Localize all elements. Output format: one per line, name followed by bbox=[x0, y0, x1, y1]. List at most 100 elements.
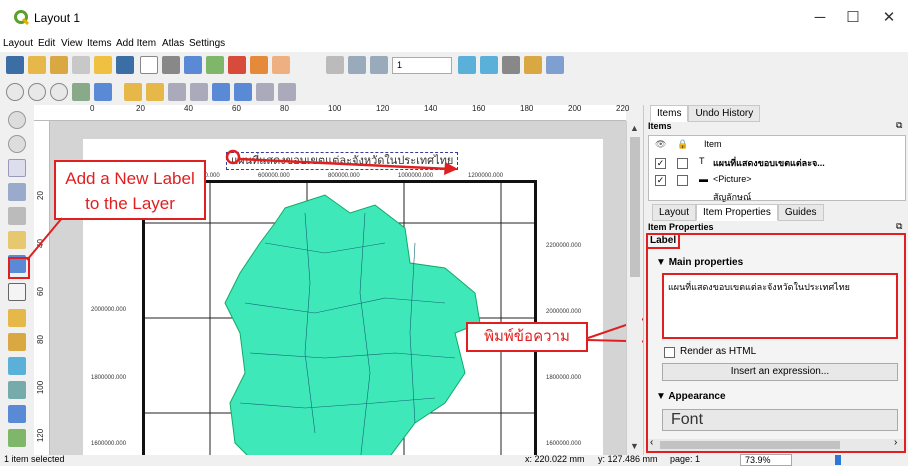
panel-hscrollbar[interactable]: ‹ › bbox=[648, 437, 904, 451]
add-legend-icon[interactable] bbox=[8, 309, 26, 327]
status-bar: 1 item selected x: 220.022 mm y: 127.486… bbox=[0, 454, 908, 466]
zoom-combo[interactable]: 73.9% bbox=[740, 454, 792, 466]
type-text-callout: พิมพ์ข้อความ bbox=[466, 322, 588, 352]
export-atlas-icon[interactable] bbox=[524, 56, 542, 74]
first-feature-icon[interactable] bbox=[348, 56, 366, 74]
label-text-input[interactable]: แผนที่แสดงขอบเขตแต่ละจังหวัดในประเทศไทย bbox=[662, 273, 898, 339]
print-icon[interactable] bbox=[162, 56, 180, 74]
tab-undo-history[interactable]: Undo History bbox=[688, 105, 761, 122]
menu-atlas[interactable]: Atlas bbox=[162, 38, 184, 49]
export-image-icon[interactable] bbox=[184, 56, 202, 74]
item-visible-checkbox[interactable]: ✓ bbox=[655, 175, 666, 186]
add-label-callout: Add a New Label to the Layer bbox=[54, 160, 206, 220]
raise-items-icon[interactable] bbox=[212, 83, 230, 101]
navigation-toolbar bbox=[0, 79, 640, 105]
last-feature-icon[interactable] bbox=[480, 56, 498, 74]
previous-feature-icon[interactable] bbox=[370, 56, 388, 74]
add-polyline-icon[interactable] bbox=[8, 381, 26, 399]
window-title: Layout 1 bbox=[34, 11, 81, 25]
new-layout-icon[interactable] bbox=[28, 56, 46, 74]
font-button[interactable]: Font bbox=[662, 409, 898, 431]
add-arrow-icon[interactable] bbox=[8, 405, 26, 423]
ungroup-items-icon[interactable] bbox=[190, 83, 208, 101]
print-atlas-icon[interactable] bbox=[502, 56, 520, 74]
tab-guides[interactable]: Guides bbox=[777, 204, 824, 221]
zoom-out-icon[interactable] bbox=[50, 83, 68, 101]
scroll-up-icon[interactable]: ▲ bbox=[630, 123, 639, 133]
minimize-button[interactable]: ─ bbox=[805, 6, 835, 30]
align-items-icon[interactable] bbox=[234, 83, 252, 101]
group-items-icon[interactable] bbox=[168, 83, 186, 101]
export-pdf-icon[interactable] bbox=[228, 56, 246, 74]
scroll-thumb[interactable] bbox=[630, 137, 640, 277]
item-visible-checkbox[interactable]: ✓ bbox=[655, 158, 666, 169]
duplicate-layout-icon[interactable] bbox=[50, 56, 68, 74]
menu-edit[interactable]: Edit bbox=[38, 38, 55, 49]
layout-manager-icon[interactable] bbox=[72, 56, 90, 74]
maximize-button[interactable]: ☐ bbox=[838, 6, 868, 30]
y-tick-left: 2000000.000 bbox=[91, 307, 127, 313]
ruler-tick: 60 bbox=[35, 287, 45, 296]
save-template-icon[interactable] bbox=[116, 56, 134, 74]
tab-item-properties[interactable]: Item Properties bbox=[696, 204, 778, 221]
item-row[interactable]: <Picture> bbox=[713, 174, 752, 184]
add-shape-icon[interactable] bbox=[8, 357, 26, 375]
pan-icon[interactable] bbox=[8, 111, 26, 129]
ruler-tick: 80 bbox=[35, 335, 45, 344]
tab-layout[interactable]: Layout bbox=[652, 204, 697, 221]
item-row[interactable]: แผนที่แสดงขอบเขตแต่ละจ... bbox=[713, 156, 825, 170]
item-row[interactable]: สัญลักษณ์ bbox=[713, 190, 751, 204]
float-panel-icon[interactable]: ⧉ bbox=[896, 120, 902, 131]
menu-view[interactable]: View bbox=[61, 38, 83, 49]
scroll-right-icon[interactable]: › bbox=[894, 437, 897, 448]
map-frame[interactable] bbox=[142, 180, 537, 455]
tab-items[interactable]: Items bbox=[650, 105, 689, 122]
selection-status: 1 item selected bbox=[4, 454, 65, 464]
render-html-checkbox[interactable] bbox=[664, 347, 675, 358]
item-lock-checkbox[interactable] bbox=[677, 175, 688, 186]
picture-item-icon: ▬ bbox=[699, 174, 708, 184]
undo-icon[interactable] bbox=[250, 56, 268, 74]
menu-items[interactable]: Items bbox=[87, 38, 111, 49]
float-panel-icon[interactable]: ⧉ bbox=[896, 221, 902, 232]
page-setup-icon[interactable] bbox=[140, 56, 158, 74]
export-svg-icon[interactable] bbox=[206, 56, 224, 74]
zoom-in-icon[interactable] bbox=[28, 83, 46, 101]
refresh-icon[interactable] bbox=[94, 83, 112, 101]
lock-items-icon[interactable] bbox=[124, 83, 142, 101]
atlas-settings-icon[interactable] bbox=[546, 56, 564, 74]
add-table-icon[interactable] bbox=[8, 429, 26, 447]
unlock-items-icon[interactable] bbox=[146, 83, 164, 101]
atlas-page-field[interactable]: 1 bbox=[392, 57, 452, 74]
insert-expression-button[interactable]: Insert an expression... bbox=[662, 363, 898, 381]
menu-add-item[interactable]: Add Item bbox=[116, 38, 156, 49]
atlas-preview-icon[interactable] bbox=[326, 56, 344, 74]
resize-items-icon[interactable] bbox=[278, 83, 296, 101]
next-feature-icon[interactable] bbox=[458, 56, 476, 74]
hscroll-thumb[interactable] bbox=[660, 441, 840, 449]
open-template-icon[interactable] bbox=[94, 56, 112, 74]
item-lock-checkbox[interactable] bbox=[677, 158, 688, 169]
move-content-icon[interactable] bbox=[8, 183, 26, 201]
scroll-down-icon[interactable]: ▼ bbox=[630, 441, 639, 451]
save-icon[interactable] bbox=[6, 56, 24, 74]
zoom-tool-icon[interactable] bbox=[8, 135, 26, 153]
menu-layout[interactable]: Layout bbox=[3, 38, 33, 49]
appearance-header[interactable]: ▼ Appearance bbox=[656, 391, 726, 402]
scroll-left-icon[interactable]: ‹ bbox=[650, 437, 653, 448]
zoom-full-icon[interactable] bbox=[6, 83, 24, 101]
add-label-icon[interactable] bbox=[8, 283, 26, 301]
label-header: Label bbox=[648, 235, 680, 249]
ruler-tick: 40 bbox=[184, 104, 193, 113]
main-properties-header[interactable]: ▼ Main properties bbox=[656, 257, 743, 268]
close-button[interactable]: ✕ bbox=[874, 6, 904, 30]
distribute-items-icon[interactable] bbox=[256, 83, 274, 101]
redo-icon[interactable] bbox=[272, 56, 290, 74]
select-move-icon[interactable] bbox=[8, 159, 26, 177]
zoom-slider-handle[interactable] bbox=[835, 455, 841, 465]
menu-settings[interactable]: Settings bbox=[189, 38, 225, 49]
ruler-tick: 20 bbox=[136, 104, 145, 113]
zoom-actual-icon[interactable] bbox=[72, 83, 90, 101]
canvas-scrollbar[interactable]: ▲ ▼ bbox=[626, 121, 642, 455]
add-scalebar-icon[interactable] bbox=[8, 333, 26, 351]
